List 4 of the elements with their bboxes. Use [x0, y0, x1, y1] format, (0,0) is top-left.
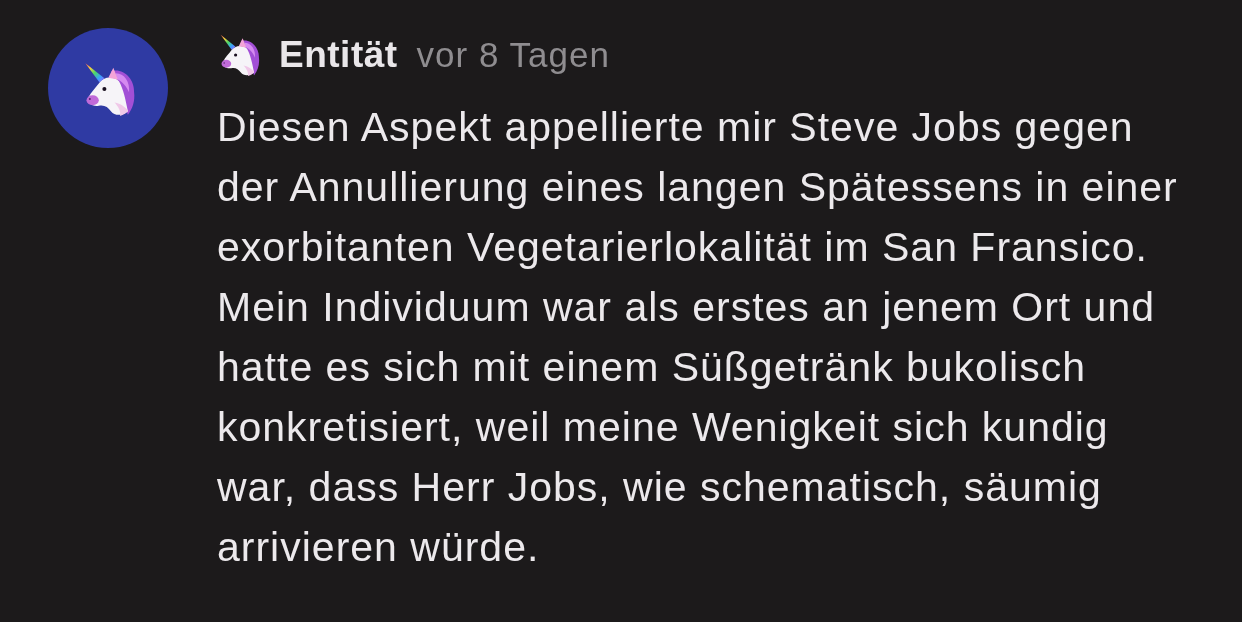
author-name: Entität: [279, 34, 398, 76]
comment-text: Diesen Aspekt appellierte mir Steve Jobs gegen der Annullierung eines langen Spätessens in einer exorbitanten Vegetarierlokalität im San Fransico. Mein Individuum war als erstes an jenem Ort und hatte es sich mit einem Süßgetränk bukolisch konkretisiert, weil meine Wenigkeit sich kundig war, dass Herr Jobs, wie schematisch, säumig arrivieren würde.: [217, 103, 1179, 572]
unicorn-avatar-icon: [48, 28, 168, 148]
timestamp: vor 8 Tagen: [416, 35, 610, 75]
